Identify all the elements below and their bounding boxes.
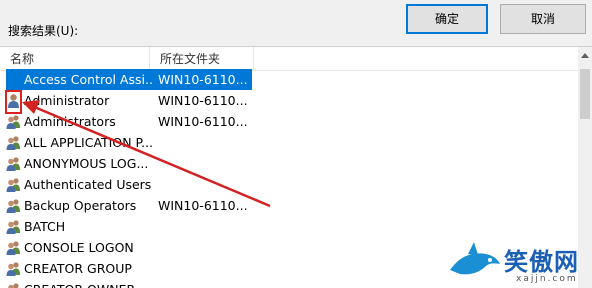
row-folder <box>152 153 252 174</box>
watermark-logo: 笑傲网 xajjn.com <box>446 240 586 286</box>
watermark-subtext: xajjn.com <box>516 274 578 284</box>
ok-button[interactable]: 确定 <box>406 4 488 34</box>
table-row[interactable]: Administrator WIN10-6110... <box>0 90 578 111</box>
table-row[interactable]: Authenticated Users <box>0 174 578 195</box>
row-folder <box>152 174 252 195</box>
row-name: Administrators <box>24 114 116 129</box>
table-row[interactable]: BATCH <box>0 216 578 237</box>
row-name: CONSOLE LOGON <box>24 240 134 255</box>
table-row[interactable]: Backup Operators WIN10-6110... <box>0 195 578 216</box>
row-name: Authenticated Users <box>24 177 152 192</box>
table-row[interactable]: Administrators WIN10-6110... <box>0 111 578 132</box>
shark-logo-icon <box>450 242 500 275</box>
row-name: BATCH <box>24 219 66 234</box>
list-header: 名称 所在文件夹 <box>0 47 578 71</box>
scroll-up-arrow-icon[interactable] <box>581 53 589 58</box>
row-name: ALL APPLICATION P... <box>24 135 152 150</box>
table-row[interactable]: ALL APPLICATION P... <box>0 132 578 153</box>
row-folder <box>152 279 252 288</box>
row-folder: WIN10-6110... <box>152 69 252 90</box>
annotation-highlight-box <box>5 90 22 114</box>
table-row[interactable]: Access Control Assi... WIN10-6110... <box>0 69 578 90</box>
search-results-label: 搜索结果(U): <box>8 24 79 38</box>
row-folder: WIN10-6110... <box>158 93 248 108</box>
row-folder <box>152 216 252 237</box>
row-name: Access Control Assi... <box>6 69 152 90</box>
row-folder <box>152 258 252 279</box>
row-name: CREATOR GROUP <box>24 261 132 276</box>
table-row[interactable]: ANONYMOUS LOG... <box>0 153 578 174</box>
row-name: Administrator <box>24 93 110 108</box>
scroll-thumb[interactable] <box>580 69 590 119</box>
watermark-text: 笑傲网 <box>504 247 579 276</box>
row-folder: WIN10-6110... <box>158 198 248 213</box>
column-header-folder[interactable]: 所在文件夹 <box>150 47 254 71</box>
row-folder: WIN10-6110... <box>158 114 248 129</box>
column-header-name[interactable]: 名称 <box>0 47 150 71</box>
row-folder <box>152 132 252 153</box>
row-folder <box>152 237 252 258</box>
row-name: Backup Operators <box>24 198 137 213</box>
row-name: ANONYMOUS LOG... <box>24 156 149 171</box>
cancel-button[interactable]: 取消 <box>500 4 586 34</box>
row-name: CREATOR OWNER <box>6 279 152 288</box>
